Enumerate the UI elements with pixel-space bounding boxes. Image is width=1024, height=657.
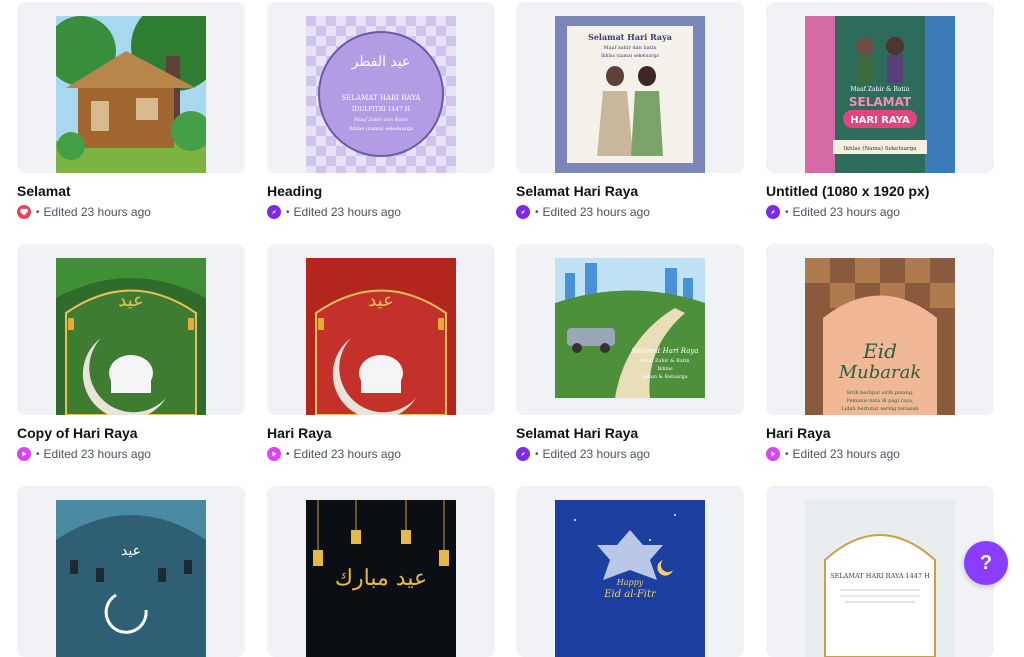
design-title[interactable]: Untitled (1080 x 1920 px) (766, 183, 929, 199)
design-thumbnail[interactable]: Eid Mubarak Sirih berlipat sirih pinang,… (766, 244, 994, 415)
design-title[interactable]: Selamat (17, 183, 71, 199)
svg-text:عيد: عيد (121, 543, 141, 559)
thumb-text: Lidah bertutur sering tersalah (841, 406, 919, 412)
design-thumbnail[interactable]: عيد (267, 244, 495, 415)
thumb-text: Ikhlas (Nama) Sekeluarga (844, 145, 918, 152)
edited-time: Edited 23 hours ago (293, 205, 401, 219)
design-meta: • Edited 23 hours ago (516, 205, 650, 219)
design-thumbnail[interactable]: Selamat Hari Raya Maaf zahir dan batin I… (516, 2, 744, 173)
compass-icon (267, 205, 281, 219)
thumb-text: Ikhlas (nama) sekeluarga (349, 125, 413, 132)
design-meta: • Edited 23 hours ago (17, 447, 151, 461)
help-button[interactable]: ? (964, 541, 1008, 585)
thumb-text: Pemanis kata di pagi raya, (846, 398, 914, 404)
edited-time: Edited 23 hours ago (542, 205, 650, 219)
edited-time: Edited 23 hours ago (792, 205, 900, 219)
thumb-text: Adam & Keluarga (641, 374, 687, 380)
thumb-text: SELAMAT HARI RAYA (342, 94, 422, 102)
thumb-text: Ikhlas (657, 366, 673, 372)
compass-icon (516, 205, 530, 219)
design-title[interactable]: Hari Raya (766, 425, 831, 441)
edited-time: Edited 23 hours ago (792, 447, 900, 461)
eid-fitr-thumbnail: Happy Eid al-Fitr (555, 500, 705, 657)
dark-gold-thumbnail: عيد مبارك (306, 500, 456, 657)
hari-raya-red-thumbnail: عيد (306, 258, 456, 415)
design-title[interactable]: Selamat Hari Raya (516, 425, 638, 441)
design-thumbnail[interactable]: SELAMAT HARI RAYA 1447 H (766, 486, 994, 657)
thumb-text: Selamat Hari Raya (588, 32, 672, 42)
thumb-text: Eid (862, 339, 897, 363)
design-meta: • Edited 23 hours ago (516, 447, 650, 461)
design-thumbnail[interactable]: Selamat Hari Raya Maaf Zahir & Batin Ikh… (516, 244, 744, 415)
thumb-text: Sirih berlipat sirih pinang, (846, 390, 914, 396)
thumb-text: SELAMAT HARI RAYA 1447 H (830, 572, 930, 580)
thumb-text: Happy (616, 578, 644, 587)
untitled-thumbnail: Maaf Zahir & Batin SELAMAT HARI RAYA Ikh… (805, 16, 955, 173)
heading-thumbnail: عيد الفطر SELAMAT HARI RAYA IDULFITRI 14… (306, 16, 456, 173)
design-meta: • Edited 23 hours ago (267, 447, 401, 461)
thumb-text: SELAMAT (849, 95, 912, 109)
thumb-text: HARI RAYA (850, 115, 910, 126)
svg-text:عيد الفطر: عيد الفطر (351, 54, 411, 70)
play-icon (267, 447, 281, 461)
thumb-text: Maaf Zahir dan Batin (353, 117, 408, 123)
teal-lantern-thumbnail: عيد (56, 500, 206, 657)
thumb-text: Ikhlas (nama) sekeluarga (601, 52, 659, 59)
thumb-text: Maaf zahir dan batin (604, 45, 658, 51)
design-title[interactable]: Hari Raya (267, 425, 332, 441)
design-thumbnail[interactable]: عيد (17, 486, 245, 657)
design-meta: • Edited 23 hours ago (267, 205, 401, 219)
design-meta: • Edited 23 hours ago (766, 205, 900, 219)
thumb-text: Selamat Hari Raya (631, 347, 698, 355)
selamat-thumbnail: Selamat Hari Raya Maaf zahir dan batin I… (555, 16, 705, 173)
design-meta: • Edited 23 hours ago (17, 205, 151, 219)
heart-icon (17, 205, 31, 219)
design-thumbnail[interactable]: Maaf Zahir & Batin SELAMAT HARI RAYA Ikh… (766, 2, 994, 173)
svg-text:عيد مبارك: عيد مبارك (335, 566, 427, 591)
thumb-text: Mubarak (838, 362, 922, 383)
design-thumbnail[interactable]: عيد الفطر SELAMAT HARI RAYA IDULFITRI 14… (267, 2, 495, 173)
edited-time: Edited 23 hours ago (43, 447, 151, 461)
design-title[interactable]: Copy of Hari Raya (17, 425, 138, 441)
design-thumbnail[interactable]: عيد (17, 244, 245, 415)
design-title[interactable]: Selamat Hari Raya (516, 183, 638, 199)
play-icon (17, 447, 31, 461)
eid-mubarak-thumbnail: Eid Mubarak Sirih berlipat sirih pinang,… (805, 258, 955, 415)
svg-text:عيد: عيد (368, 290, 394, 311)
design-thumbnail[interactable]: Happy Eid al-Fitr (516, 486, 744, 657)
svg-text:عيد: عيد (118, 290, 144, 311)
thumb-text: IDULFITRI 1447 H (352, 106, 410, 113)
edited-time: Edited 23 hours ago (293, 447, 401, 461)
compass-icon (766, 205, 780, 219)
design-meta: • Edited 23 hours ago (766, 447, 900, 461)
cream-card-thumbnail: SELAMAT HARI RAYA 1447 H (805, 500, 955, 657)
edited-time: Edited 23 hours ago (542, 447, 650, 461)
play-icon (766, 447, 780, 461)
hut-illustration (56, 16, 206, 173)
thumb-text: Maaf Zahir & Batin (640, 358, 690, 364)
design-thumbnail[interactable] (17, 2, 245, 173)
edited-time: Edited 23 hours ago (43, 205, 151, 219)
thumb-text: Maaf Zahir & Batin (850, 86, 909, 93)
compass-icon (516, 447, 530, 461)
car-thumbnail: Selamat Hari Raya Maaf Zahir & Batin Ikh… (555, 258, 705, 398)
design-thumbnail[interactable]: عيد مبارك (267, 486, 495, 657)
hari-raya-green-thumbnail: عيد (56, 258, 206, 415)
design-title[interactable]: Heading (267, 183, 322, 199)
